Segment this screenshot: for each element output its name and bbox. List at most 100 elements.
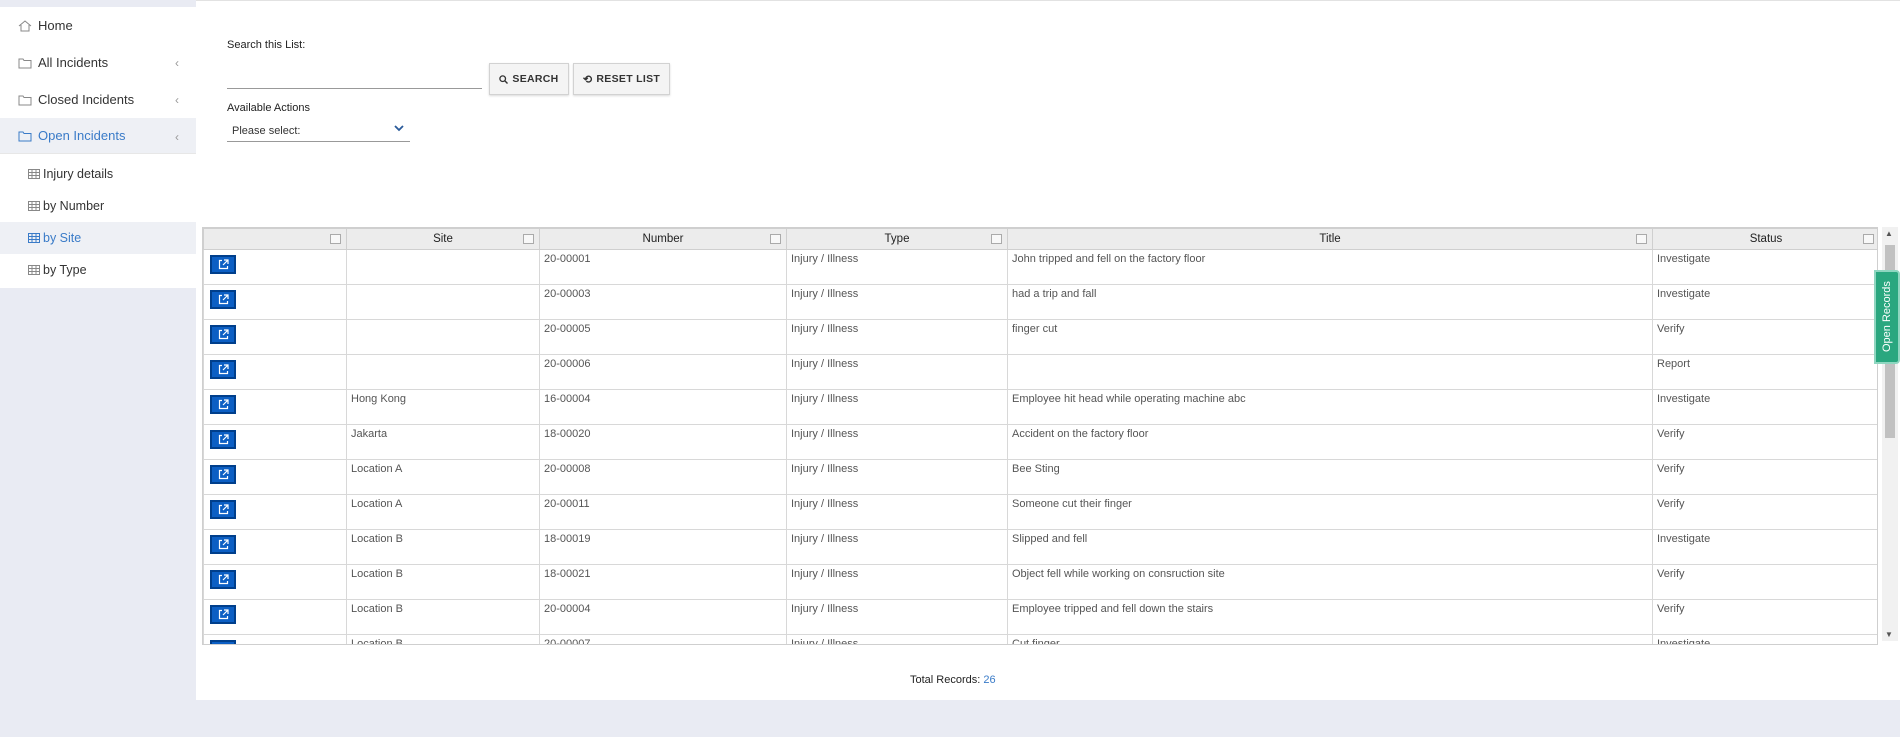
cell-number: 20-00005 (539, 319, 787, 355)
incidents-grid: Site Number Type Title Status 20-00001 In… (202, 227, 1878, 645)
search-label: Search this List: (227, 39, 306, 51)
filter-icon[interactable] (1863, 234, 1874, 244)
sidebar-item-closed-incidents[interactable]: Closed Incidents ‹ (0, 81, 196, 118)
row-action-cell (203, 389, 347, 425)
cell-number: 20-00004 (539, 599, 787, 635)
cell-title: Employee tripped and fell down the stair… (1007, 599, 1653, 635)
sidebar-item-label: Open Incidents (38, 128, 126, 143)
available-actions-select[interactable]: Please select: (227, 123, 410, 142)
sidebar-item-label: All Incidents (38, 55, 109, 70)
external-link-icon (218, 329, 229, 340)
cell-number: 18-00021 (539, 564, 787, 600)
chevron-down-icon (394, 125, 404, 132)
cell-type: Injury / Illness (786, 494, 1008, 530)
open-record-button[interactable] (210, 500, 236, 519)
open-record-button[interactable] (210, 570, 236, 589)
sidebar-item-by-type[interactable]: by Type (0, 254, 196, 286)
filter-icon[interactable] (770, 234, 781, 244)
sidebar-item-label: Home (38, 18, 73, 33)
home-icon (18, 19, 32, 31)
open-record-button[interactable] (210, 430, 236, 449)
cell-status: Verify (1652, 424, 1877, 460)
table-row[interactable]: 20-00006 Injury / Illness Report (203, 354, 1877, 390)
column-header-type[interactable]: Type (786, 228, 1008, 250)
column-header-title[interactable]: Title (1007, 228, 1653, 250)
cell-site (346, 249, 540, 285)
cell-status: Verify (1652, 459, 1877, 495)
table-row[interactable]: Location B 18-00019 Injury / Illness Slippe… (203, 529, 1877, 565)
open-record-button[interactable] (210, 360, 236, 379)
row-action-cell (203, 634, 347, 644)
column-header-site[interactable]: Site (346, 228, 540, 250)
table-icon (28, 169, 40, 179)
table-body: 20-00001 Injury / Illness John tripped and… (203, 249, 1877, 644)
table-icon (28, 201, 40, 211)
table-row[interactable]: Jakarta 18-00020 Injury / Illness Accident … (203, 424, 1877, 460)
filter-icon[interactable] (1636, 234, 1647, 244)
row-action-cell (203, 319, 347, 355)
reset-button-label: RESET LIST (596, 73, 661, 85)
cell-title: finger cut (1007, 319, 1653, 355)
external-link-icon (218, 434, 229, 445)
sidebar-item-by-site[interactable]: by Site (0, 222, 196, 254)
table-row[interactable]: Location B 20-00004 Injury / Illness Employ… (203, 599, 1877, 635)
cell-type: Injury / Illness (786, 249, 1008, 285)
filter-icon[interactable] (523, 234, 534, 244)
column-header-actions[interactable] (203, 228, 347, 250)
sidebar-item-injury-details[interactable]: Injury details (0, 158, 196, 190)
cell-number: 20-00008 (539, 459, 787, 495)
table-row[interactable]: 20-00003 Injury / Illness had a trip and f… (203, 284, 1877, 320)
sidebar-item-open-incidents[interactable]: Open Incidents ‹ (0, 118, 196, 153)
column-header-number[interactable]: Number (539, 228, 787, 250)
table-row[interactable]: Location A 20-00011 Injury / Illness Someon… (203, 494, 1877, 530)
search-input[interactable] (227, 65, 482, 89)
chevron-left-icon: ‹ (175, 93, 179, 107)
column-header-status[interactable]: Status (1652, 228, 1877, 250)
cell-number: 20-00001 (539, 249, 787, 285)
search-button[interactable]: SEARCH (489, 63, 569, 95)
cell-title: Someone cut their finger (1007, 494, 1653, 530)
filter-icon[interactable] (991, 234, 1002, 244)
sidebar-subitem-label: by Number (43, 199, 105, 213)
open-records-tab[interactable]: Open Records (1874, 270, 1900, 364)
open-record-button[interactable] (210, 465, 236, 484)
cell-number: 20-00007 (539, 634, 787, 644)
cell-status: Investigate (1652, 389, 1877, 425)
row-action-cell (203, 424, 347, 460)
cell-title: Object fell while working on consruction… (1007, 564, 1653, 600)
filter-icon[interactable] (330, 234, 341, 244)
scroll-down-icon[interactable]: ▼ (1885, 630, 1893, 639)
total-records: Total Records: 26 (910, 674, 996, 686)
table-row[interactable]: 20-00001 Injury / Illness John tripped and… (203, 249, 1877, 285)
cell-status: Investigate (1652, 529, 1877, 565)
open-record-button[interactable] (210, 605, 236, 624)
open-record-button[interactable] (210, 290, 236, 309)
reset-list-button[interactable]: ⟲ RESET LIST (573, 63, 670, 95)
open-record-button[interactable] (210, 640, 236, 644)
sidebar-item-home[interactable]: Home (0, 7, 196, 44)
external-link-icon (218, 399, 229, 410)
folder-icon (18, 131, 32, 141)
cell-type: Injury / Illness (786, 389, 1008, 425)
sidebar-item-by-number[interactable]: by Number (0, 190, 196, 222)
external-link-icon (218, 539, 229, 550)
table-row[interactable]: Location B 20-00007 Injury / Illness Cut fi… (203, 634, 1877, 644)
open-record-button[interactable] (210, 255, 236, 274)
open-record-button[interactable] (210, 395, 236, 414)
external-link-icon (218, 504, 229, 515)
open-record-button[interactable] (210, 535, 236, 554)
row-action-cell (203, 284, 347, 320)
table-row[interactable]: Hong Kong 16-00004 Injury / Illness Employe… (203, 389, 1877, 425)
sidebar-item-all-incidents[interactable]: All Incidents ‹ (0, 44, 196, 81)
table-row[interactable]: Location B 18-00021 Injury / Illness Object… (203, 564, 1877, 600)
cell-site: Location B (346, 599, 540, 635)
table-row[interactable]: Location A 20-00008 Injury / Illness Bee St… (203, 459, 1877, 495)
scroll-up-icon[interactable]: ▲ (1885, 229, 1893, 238)
cell-type: Injury / Illness (786, 284, 1008, 320)
search-icon (499, 74, 509, 84)
cell-type: Injury / Illness (786, 354, 1008, 390)
table-row[interactable]: 20-00005 Injury / Illness finger cut Verify (203, 319, 1877, 355)
sidebar-submenu: Injury details by Number by Site by Type (0, 153, 196, 288)
open-record-button[interactable] (210, 325, 236, 344)
table-icon (28, 233, 40, 243)
